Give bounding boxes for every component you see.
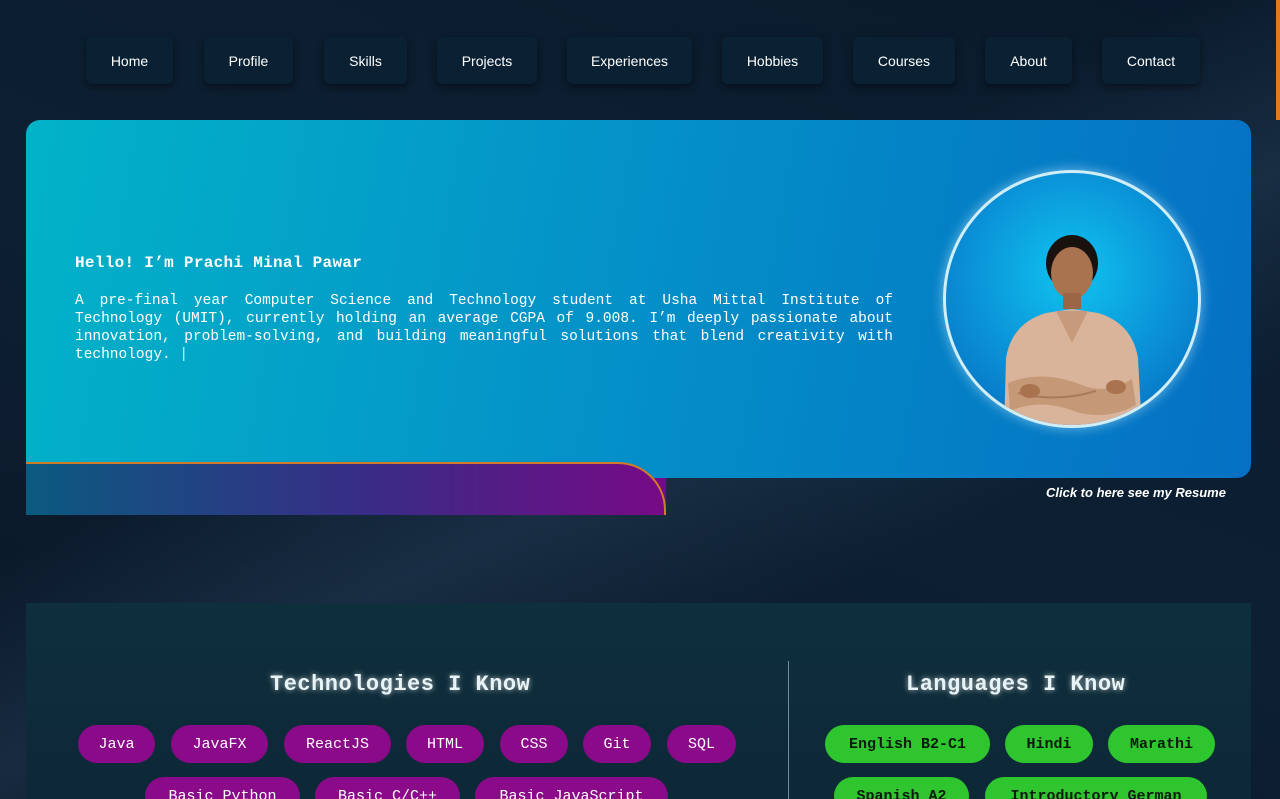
tech-chip: HTML bbox=[406, 725, 484, 763]
resume-link[interactable]: Click to here see my Resume bbox=[1046, 485, 1226, 500]
skills-section bbox=[26, 603, 1251, 799]
nav-home[interactable]: Home bbox=[86, 37, 173, 84]
profile-photo-icon bbox=[1004, 235, 1142, 425]
section-divider bbox=[788, 661, 789, 799]
tech-chip: Basic Python bbox=[145, 777, 300, 799]
nav-about-label: About bbox=[1010, 52, 1047, 69]
hero-bio: A pre-final year Computer Science and Te… bbox=[75, 292, 893, 364]
language-chip: Spanish A2 bbox=[834, 777, 969, 799]
language-chip: English B2-C1 bbox=[825, 725, 990, 763]
nav-profile-label: Profile bbox=[228, 52, 269, 69]
typing-caret: | bbox=[179, 347, 189, 363]
language-chip: Hindi bbox=[1005, 725, 1093, 763]
nav-home-label: Home bbox=[110, 52, 149, 69]
nav-experiences-label: Experiences bbox=[590, 52, 669, 69]
nav-skills-label: Skills bbox=[349, 52, 382, 69]
nav-contact-label: Contact bbox=[1126, 52, 1176, 69]
tech-chip: SQL bbox=[667, 725, 736, 763]
nav-about[interactable]: About bbox=[985, 37, 1072, 84]
tech-chip: Basic JavaScript bbox=[475, 777, 668, 799]
nav-skills[interactable]: Skills bbox=[324, 37, 407, 84]
tech-chip: JavaFX bbox=[171, 725, 268, 763]
tech-chip: Java bbox=[78, 725, 155, 763]
tech-chip: Git bbox=[583, 725, 651, 763]
scrollbar-thumb[interactable] bbox=[1276, 0, 1280, 120]
nav-projects-label: Projects bbox=[461, 52, 513, 69]
languages-heading: Languages I Know bbox=[906, 672, 1126, 697]
main-nav: Home Profile Skills Projects Experiences… bbox=[0, 37, 1280, 84]
nav-experiences[interactable]: Experiences bbox=[567, 37, 692, 84]
tech-chip: Basic C/C++ bbox=[315, 777, 460, 799]
nav-courses-label: Courses bbox=[877, 52, 931, 69]
nav-hobbies-label: Hobbies bbox=[746, 52, 799, 69]
nav-profile[interactable]: Profile bbox=[204, 37, 293, 84]
hero-greeting: Hello! I’m Prachi Minal Pawar bbox=[75, 254, 363, 272]
nav-hobbies[interactable]: Hobbies bbox=[722, 37, 823, 84]
tech-chip: ReactJS bbox=[284, 725, 391, 763]
language-chip: Introductory German bbox=[985, 777, 1207, 799]
nav-courses[interactable]: Courses bbox=[853, 37, 955, 84]
language-chip: Marathi bbox=[1108, 725, 1215, 763]
technologies-heading: Technologies I Know bbox=[270, 672, 531, 697]
tech-chip: CSS bbox=[500, 725, 568, 763]
nav-contact[interactable]: Contact bbox=[1102, 37, 1200, 84]
hero-bio-text: A pre-final year Computer Science and Te… bbox=[75, 293, 893, 363]
profile-avatar bbox=[943, 170, 1201, 428]
nav-projects[interactable]: Projects bbox=[437, 37, 537, 84]
hero-tab bbox=[26, 462, 666, 515]
